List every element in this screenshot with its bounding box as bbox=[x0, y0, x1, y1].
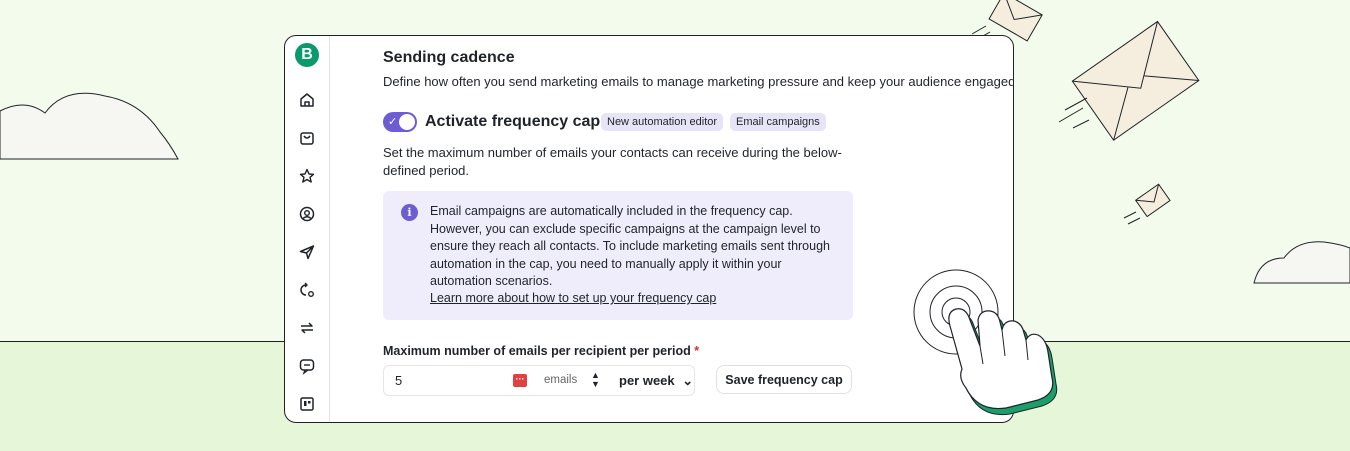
toggle-knob bbox=[399, 114, 415, 130]
frequency-cap-help-text: Set the maximum number of emails your co… bbox=[383, 145, 842, 178]
info-text: Email campaigns are automatically includ… bbox=[430, 204, 830, 289]
pointing-hand-illustration bbox=[913, 269, 1058, 416]
star-icon[interactable] bbox=[298, 167, 316, 185]
grid-icon[interactable] bbox=[298, 395, 316, 413]
save-frequency-cap-button[interactable]: Save frequency cap bbox=[716, 365, 852, 394]
info-icon: i bbox=[401, 204, 418, 221]
check-icon: ✓ bbox=[388, 116, 398, 128]
settings-window: B Sending cadence Define how often you s… bbox=[284, 35, 1014, 423]
home-icon[interactable] bbox=[298, 91, 316, 109]
frequency-cap-label: Activate frequency cap bbox=[425, 113, 601, 130]
badge-automation-editor: New automation editor bbox=[601, 113, 724, 131]
frequency-cap-toggle[interactable]: ✓ bbox=[383, 112, 417, 132]
chat-icon[interactable] bbox=[298, 357, 316, 375]
max-emails-value[interactable]: 5 bbox=[395, 373, 402, 388]
contact-icon[interactable] bbox=[298, 205, 316, 223]
number-stepper[interactable]: ▲ ▼ bbox=[591, 371, 600, 389]
cloud-right-illustration bbox=[1253, 241, 1350, 284]
automation-icon[interactable] bbox=[298, 281, 316, 299]
emails-suffix: emails bbox=[544, 374, 578, 386]
period-value: per week bbox=[619, 373, 675, 388]
badge-email-campaigns: Email campaigns bbox=[730, 113, 826, 131]
shopping-bag-icon[interactable] bbox=[298, 129, 316, 147]
envelope-large-illustration bbox=[1058, 20, 1200, 141]
max-emails-input[interactable]: 5 ··· emails ▲ ▼ per week ⌄ bbox=[383, 365, 695, 396]
section-title: Sending cadence bbox=[383, 49, 515, 66]
brand-logo[interactable]: B bbox=[295, 43, 319, 67]
send-icon[interactable] bbox=[298, 243, 316, 261]
envelope-small-illustration bbox=[1123, 183, 1171, 225]
chevron-down-icon: ⌄ bbox=[682, 373, 694, 388]
required-mark: * bbox=[694, 344, 700, 358]
stepper-down-icon[interactable]: ▼ bbox=[591, 379, 600, 389]
learn-more-link[interactable]: Learn more about how to set up your freq… bbox=[430, 291, 716, 305]
max-emails-label: Maximum number of emails per recipient p… bbox=[383, 344, 699, 358]
period-select[interactable]: per week ⌄ bbox=[619, 373, 693, 389]
section-description: Define how often you send marketing emai… bbox=[383, 74, 1014, 89]
cloud-left-illustration bbox=[0, 92, 179, 160]
sidebar: B bbox=[285, 36, 330, 422]
max-emails-label-text: Maximum number of emails per recipient p… bbox=[383, 344, 691, 358]
info-box: i Email campaigns are automatically incl… bbox=[383, 191, 853, 320]
sync-icon[interactable] bbox=[298, 319, 316, 337]
password-manager-icon[interactable]: ··· bbox=[513, 374, 527, 387]
